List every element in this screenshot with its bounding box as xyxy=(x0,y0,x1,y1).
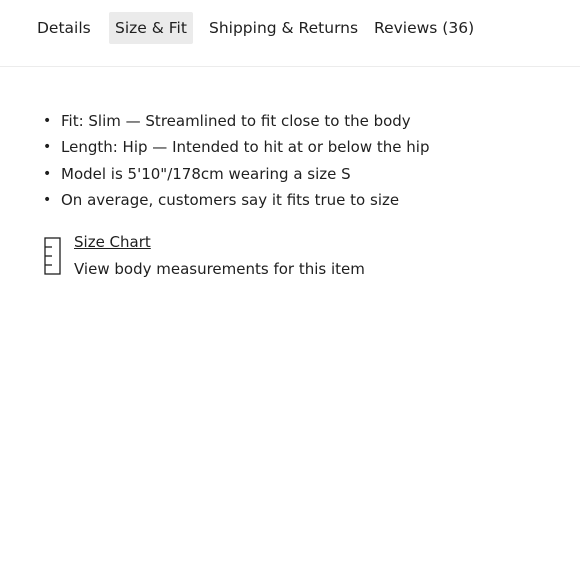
tab-shipping-and-returns[interactable]: Shipping & Returns xyxy=(203,12,364,44)
fit-details-list: • Fit: Slim — Streamlined to fit close to… xyxy=(40,108,429,213)
fit-detail-text: Fit: Slim — Streamlined to fit close to … xyxy=(61,112,411,130)
bullet: • xyxy=(43,139,52,156)
list-item: • Model is 5'10"/178cm wearing a size S xyxy=(40,161,429,187)
bullet: • xyxy=(43,191,52,208)
ruler-icon xyxy=(44,237,61,275)
bullet: • xyxy=(43,165,52,182)
bullet: • xyxy=(43,113,52,129)
fit-detail-text: Model is 5'10"/178cm wearing a size S xyxy=(61,164,351,183)
fit-detail-text: Length: Hip — Intended to hit at or belo… xyxy=(61,138,430,157)
tab-details[interactable]: Details xyxy=(31,12,97,44)
tab-size-and-fit[interactable]: Size & Fit xyxy=(109,12,193,44)
size-chart-description: View body measurements for this item xyxy=(74,260,365,278)
list-item: • Length: Hip — Intended to hit at or bel… xyxy=(40,134,429,160)
list-item: • Fit: Slim — Streamlined to fit close to… xyxy=(40,108,429,134)
tab-reviews[interactable]: Reviews (36) xyxy=(368,12,480,44)
list-item: • On average, customers say it fits true … xyxy=(40,187,429,213)
fit-detail-text: On average, customers say it fits true t… xyxy=(61,190,400,209)
size-chart-section: Size Chart View body measurements for th… xyxy=(44,230,444,282)
size-chart-link[interactable]: Size Chart xyxy=(74,230,151,254)
product-info-tabs: Details Size & Fit Shipping & Returns Re… xyxy=(0,0,580,67)
